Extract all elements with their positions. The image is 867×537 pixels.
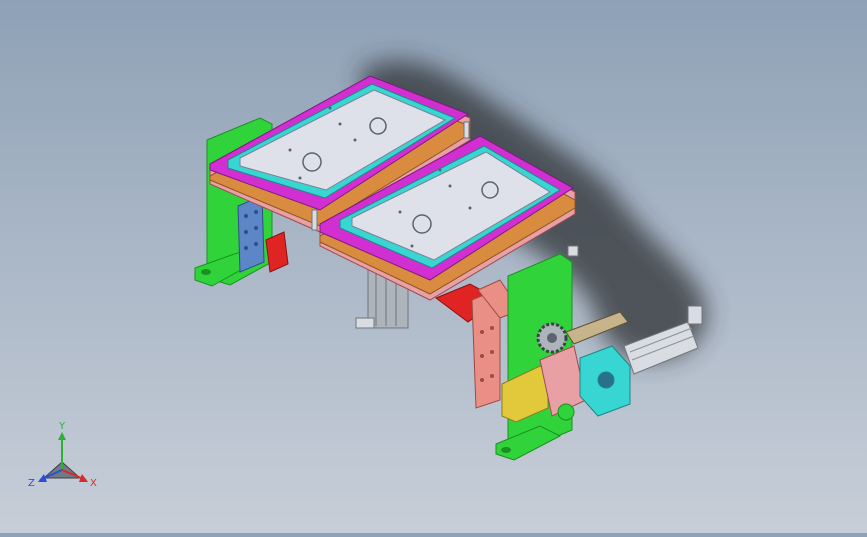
z-axis-label: Z	[28, 478, 35, 489]
plate-pin-front	[311, 209, 318, 231]
left-blue-block[interactable]	[237, 195, 265, 273]
right-column-cap	[567, 245, 579, 257]
y-axis-label: Y	[58, 421, 66, 432]
air-fitting-right[interactable]	[687, 305, 703, 325]
left-red-block[interactable]	[265, 231, 289, 273]
left-foot-hole	[201, 269, 211, 275]
center-air-fitting[interactable]	[355, 317, 375, 329]
3d-viewport[interactable]	[0, 0, 867, 533]
plate-pin-back	[463, 121, 470, 139]
roller-wheel[interactable]	[557, 403, 575, 421]
right-foot-hole	[501, 447, 511, 453]
assembly-model[interactable]	[0, 0, 867, 533]
x-axis-label: X	[90, 478, 97, 489]
coordinate-triad: Y X Z	[24, 418, 104, 498]
right-green-foot[interactable]	[495, 425, 562, 461]
